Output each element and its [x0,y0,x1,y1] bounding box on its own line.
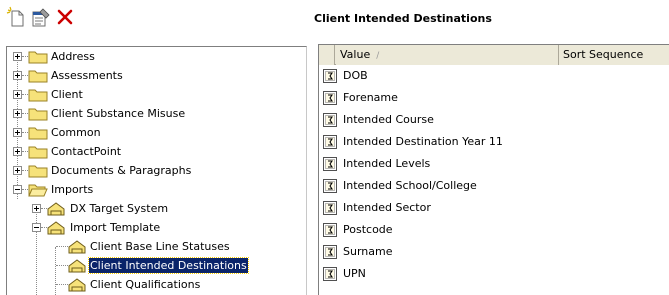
value-field-icon [322,266,338,282]
row-value: UPN [343,267,366,280]
row-value: Forename [343,91,398,104]
tree-item-documents-paragraphs[interactable]: Documents & Paragraphs [7,161,306,180]
value-field-icon [322,222,338,238]
delete-button[interactable] [54,6,78,28]
open-folder-icon [28,184,48,197]
folder-icon [28,108,48,121]
new-document-icon [6,6,24,27]
expand-icon[interactable] [13,52,22,61]
table-row[interactable]: DOB [319,65,669,87]
row-value: Intended Destination Year 11 [343,135,503,148]
tree-item-label: ContactPoint [51,145,122,158]
expand-icon[interactable] [13,71,22,80]
folder-icon [28,70,48,83]
tree-item-label: Client Intended Destinations [88,257,249,274]
table-row[interactable]: Intended School/College [319,175,669,197]
template-folder-icon [68,259,86,273]
tree-item-label: Common [51,126,101,139]
expand-icon[interactable] [13,90,22,99]
tree-view[interactable]: Address Assessments Client Client Substa… [6,46,307,295]
template-folder-icon [47,221,65,235]
folder-icon [28,51,48,64]
tree-item-label: Client Base Line Statuses [90,240,230,253]
navigation-pane: Address Assessments Client Client Substa… [0,0,308,295]
value-field-icon [322,156,338,172]
tree-item-client[interactable]: Client [7,85,306,104]
row-value: Intended Course [343,113,434,126]
tree-item-label: Documents & Paragraphs [51,164,192,177]
value-field-icon [322,244,338,260]
table-row[interactable]: Surname [319,241,669,263]
tree-item-label: DX Target System [70,202,169,215]
value-field-icon [322,90,338,106]
table-row[interactable]: Intended Sector [319,197,669,219]
row-value: Intended Levels [343,157,431,170]
red-x-icon [57,9,73,25]
grid-header-corner [319,45,335,65]
tree-item-assessments[interactable]: Assessments [7,66,306,85]
expand-icon[interactable] [13,147,22,156]
tree-item-dx-target-system[interactable]: DX Target System [7,199,306,218]
collapse-icon[interactable] [13,185,22,194]
row-value: Intended Sector [343,201,431,214]
toolbar [4,6,304,34]
folder-icon [28,146,48,159]
template-folder-icon [47,202,65,216]
row-value: Surname [343,245,393,258]
column-header-value[interactable]: Value / [336,45,559,65]
tree-item-client-substance-misuse[interactable]: Client Substance Misuse [7,104,306,123]
table-row[interactable]: Forename [319,87,669,109]
table-row[interactable]: UPN [319,263,669,285]
properties-button[interactable] [30,6,54,28]
values-grid[interactable]: Value / Sort Sequence DOB Forename Intended… [318,44,669,295]
value-field-icon [322,134,338,150]
folder-icon [28,165,48,178]
table-row[interactable]: Postcode [319,219,669,241]
tree-item-common[interactable]: Common [7,123,306,142]
template-folder-icon [68,278,86,292]
table-row[interactable]: Intended Course [319,109,669,131]
tree-item-label: Client [51,88,83,101]
folder-icon [28,127,48,140]
table-row[interactable]: Intended Levels [319,153,669,175]
value-field-icon [322,68,338,84]
tree-item-label: Assessments [51,69,123,82]
value-field-icon [322,178,338,194]
expand-icon[interactable] [32,204,41,213]
tree-item-address[interactable]: Address [7,47,306,66]
tree-item-label: Address [51,50,95,63]
column-header-label: Value [340,48,371,61]
tree-item-client-base-line-statuses[interactable]: Client Base Line Statuses [7,237,306,256]
value-field-icon [322,200,338,216]
page-title: Client Intended Destinations [314,12,492,25]
template-folder-icon [68,240,86,254]
row-value: Intended School/College [343,179,477,192]
row-value: Postcode [343,223,393,236]
column-header-label: Sort Sequence [563,48,644,61]
grid-header: Value / Sort Sequence [319,45,669,65]
tree-item-import-template[interactable]: Import Template [7,218,306,237]
value-field-icon [322,112,338,128]
column-header-sort-sequence[interactable]: Sort Sequence [559,45,669,65]
tree-item-label: Client Substance Misuse [51,107,186,120]
sort-ascending-icon: / [376,51,380,61]
tree-item-label: Imports [51,183,94,196]
detail-pane: Client Intended Destinations Value / Sort… [308,0,669,295]
new-item-button[interactable] [6,6,30,28]
expand-icon[interactable] [13,128,22,137]
tree-item-contactpoint[interactable]: ContactPoint [7,142,306,161]
properties-icon [32,8,50,27]
expand-icon[interactable] [13,166,22,175]
collapse-icon[interactable] [32,223,41,232]
row-value: DOB [343,69,368,82]
tree-item-label: Import Template [70,221,161,234]
tree-item-client-intended-destinations[interactable]: Client Intended Destinations [7,256,306,275]
tree-item-label: Client Qualifications [90,278,201,291]
expand-icon[interactable] [13,109,22,118]
folder-icon [28,89,48,102]
table-row[interactable]: Intended Destination Year 11 [319,131,669,153]
tree-item-imports[interactable]: Imports [7,180,306,199]
tree-item-client-qualifications[interactable]: Client Qualifications [7,275,306,294]
